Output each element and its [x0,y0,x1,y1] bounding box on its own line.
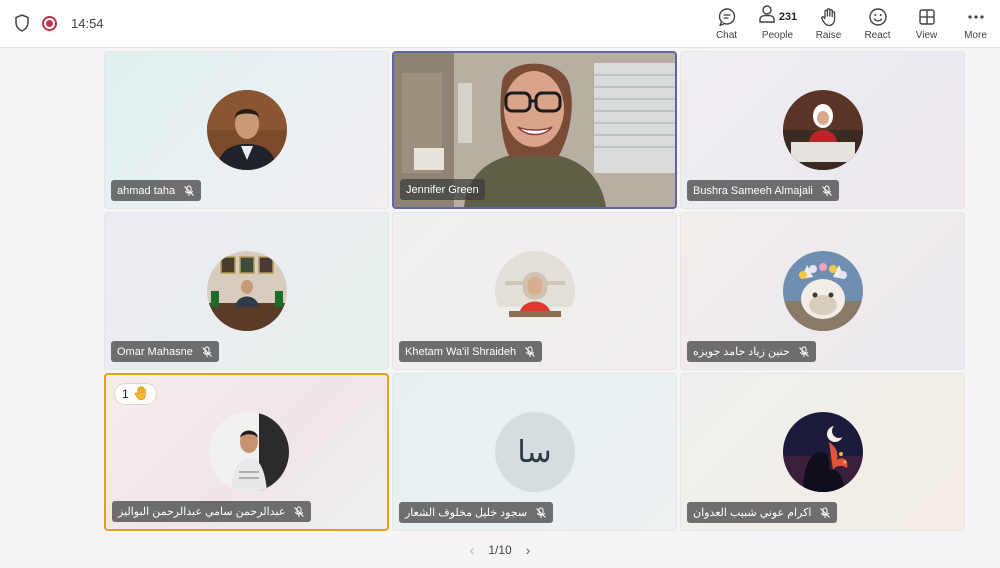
participant-tile[interactable]: Bushra Sameeh Almajali [680,51,965,209]
participant-name: حنين زياد حامد جويزه [693,346,790,358]
grid-view-icon [917,6,937,28]
participant-tile[interactable]: Omar Mahasne [104,212,389,370]
hand-icon [819,6,839,28]
meeting-status: 14:54 [14,0,104,46]
participant-tile[interactable]: حنين زياد حامد جويزه [680,212,965,370]
raised-hand-icon [133,385,149,404]
chevron-right-icon[interactable]: › [526,542,531,558]
participant-nametag: Bushra Sameeh Almajali [687,180,839,201]
participant-nametag: اكرام عوني شبيب العدوان [687,502,838,523]
shield-icon[interactable] [14,14,30,32]
participant-name: Omar Mahasne [117,345,193,358]
view-button[interactable]: View [902,0,951,46]
participant-tile-hand-raised[interactable]: 1 عبدالرحمن سامي عبدالرحمن البواليز [104,373,389,531]
raise-hand-button[interactable]: Raise [804,0,853,46]
mic-muted-icon [183,185,195,197]
gallery-pager: ‹ 1/10 › [0,538,1000,562]
participant-nametag: حنين زياد حامد جويزه [687,341,816,362]
raised-hand-badge: 1 [114,383,157,405]
mic-muted-icon [201,346,213,358]
react-button[interactable]: React [853,0,902,46]
meeting-toolbar: 14:54 Chat 231 People Raise React View M… [0,0,1000,48]
people-icon [758,4,776,29]
page-indicator: 1/10 [488,543,512,557]
participant-name: ahmad taha [117,184,176,197]
participant-avatar [782,412,863,492]
participant-nametag: سجود خليل مخلوف الشعار [399,502,554,523]
participant-avatar [208,412,289,492]
mic-muted-icon [798,346,810,358]
people-button[interactable]: 231 People [751,0,804,46]
participant-avatar [782,90,863,170]
participant-avatar [494,251,575,331]
participant-name: Jennifer Green [406,183,479,196]
mic-muted-icon [535,507,547,519]
participant-tile[interactable]: Khetam Wa'il Shraideh [392,212,677,370]
participant-grid: ahmad taha Jennifer Green Bushra Sameeh … [104,51,965,533]
participant-nametag: Khetam Wa'il Shraideh [399,341,543,362]
smiley-icon [868,6,888,28]
people-count: 231 [778,10,798,23]
chat-button[interactable]: Chat [702,0,751,46]
chat-icon [717,6,737,28]
meeting-timer: 14:54 [71,15,104,31]
participant-name: Bushra Sameeh Almajali [693,184,813,197]
more-icon [966,6,986,28]
mic-muted-icon [293,506,305,518]
participant-avatar [782,251,863,331]
participant-avatar [206,251,287,331]
mic-muted-icon [819,507,831,519]
participant-nametag: Omar Mahasne [111,341,219,362]
participant-name: عبدالرحمن سامي عبدالرحمن البواليز [118,506,286,518]
participant-tile[interactable]: اكرام عوني شبيب العدوان [680,373,965,531]
participant-name: اكرام عوني شبيب العدوان [693,507,812,519]
participant-nametag: عبدالرحمن سامي عبدالرحمن البواليز [112,501,312,522]
participant-nametag: Jennifer Green [400,179,485,200]
participant-tile[interactable]: ahmad taha [104,51,389,209]
participant-tile[interactable]: سا سجود خليل مخلوف الشعار [392,373,677,531]
chevron-left-icon[interactable]: ‹ [470,542,475,558]
participant-tile-video[interactable]: Jennifer Green [392,51,677,209]
raised-hand-count: 1 [122,387,129,401]
mic-muted-icon [524,346,536,358]
recording-icon[interactable] [42,15,57,31]
mic-muted-icon [821,185,833,197]
participant-initials: سا [494,412,575,492]
participant-avatar [206,90,287,170]
participant-name: Khetam Wa'il Shraideh [405,345,517,358]
participant-nametag: ahmad taha [111,180,202,201]
participant-name: سجود خليل مخلوف الشعار [405,507,528,519]
more-button[interactable]: More [951,0,1000,46]
